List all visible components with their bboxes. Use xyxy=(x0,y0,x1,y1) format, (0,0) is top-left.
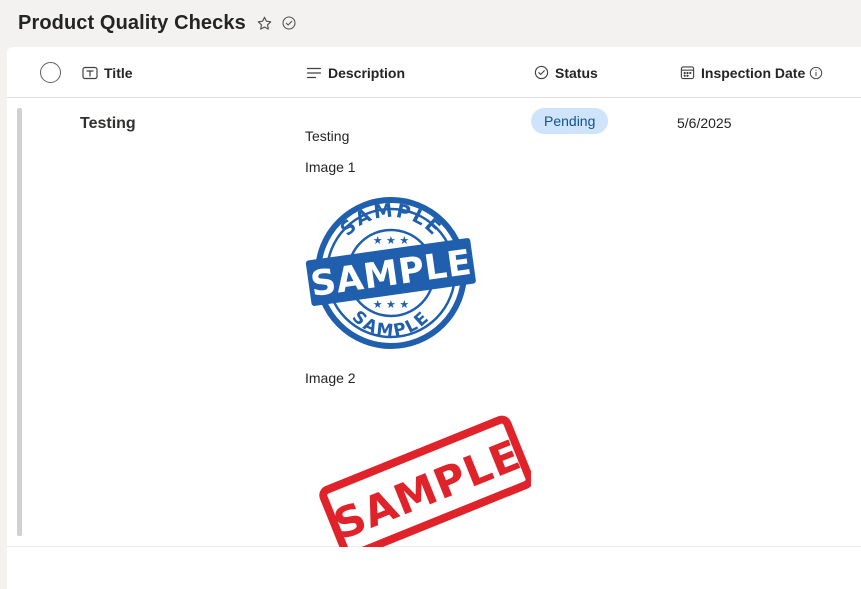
image1-label: Image 1 xyxy=(305,159,356,175)
list-view: Title Description Status Inspection Date… xyxy=(7,47,861,589)
column-header-inspection-date[interactable]: Inspection Date xyxy=(680,47,829,98)
column-header-row: Title Description Status Inspection Date xyxy=(7,47,861,98)
row-indicator xyxy=(17,108,22,536)
text-field-icon xyxy=(82,66,98,79)
column-header-label: Description xyxy=(328,64,406,81)
sample-stamp-red-image: SAMPLE xyxy=(319,415,531,547)
item-title[interactable]: Testing xyxy=(80,115,136,133)
inspection-date: 5/6/2025 xyxy=(677,115,732,131)
svg-text:★ ★ ★: ★ ★ ★ xyxy=(373,234,410,247)
choice-check-icon xyxy=(534,65,549,80)
column-header-label: Inspection Date xyxy=(701,64,806,81)
sample-stamp-blue-image: SAMPLE SAMPLE SAMPLE ★ ★ ★ ★ ★ ★ xyxy=(305,197,476,349)
star-icon[interactable] xyxy=(256,15,273,32)
select-all-checkbox[interactable] xyxy=(40,62,61,83)
info-icon[interactable] xyxy=(809,66,829,80)
description-text: Testing xyxy=(305,128,350,144)
description-cell: Testing Image 1 xyxy=(305,128,535,190)
svg-text:★ ★ ★: ★ ★ ★ xyxy=(373,298,410,311)
list-header: Product Quality Checks xyxy=(0,0,861,46)
status-badge[interactable]: Pending xyxy=(531,108,609,134)
column-header-description[interactable]: Description xyxy=(306,47,405,98)
list-item[interactable]: Testing Testing Image 1 SAMPLE SAMPLE SA… xyxy=(7,98,861,547)
column-header-label: Title xyxy=(104,64,133,81)
list-title: Product Quality Checks xyxy=(18,11,246,34)
column-header-label: Status xyxy=(555,64,598,81)
column-header-status[interactable]: Status xyxy=(534,47,598,98)
image2-label: Image 2 xyxy=(305,370,356,386)
column-header-title[interactable]: Title xyxy=(82,47,133,98)
check-circle-icon[interactable] xyxy=(281,15,297,31)
multiline-text-icon xyxy=(306,67,322,78)
calendar-icon xyxy=(680,66,695,80)
